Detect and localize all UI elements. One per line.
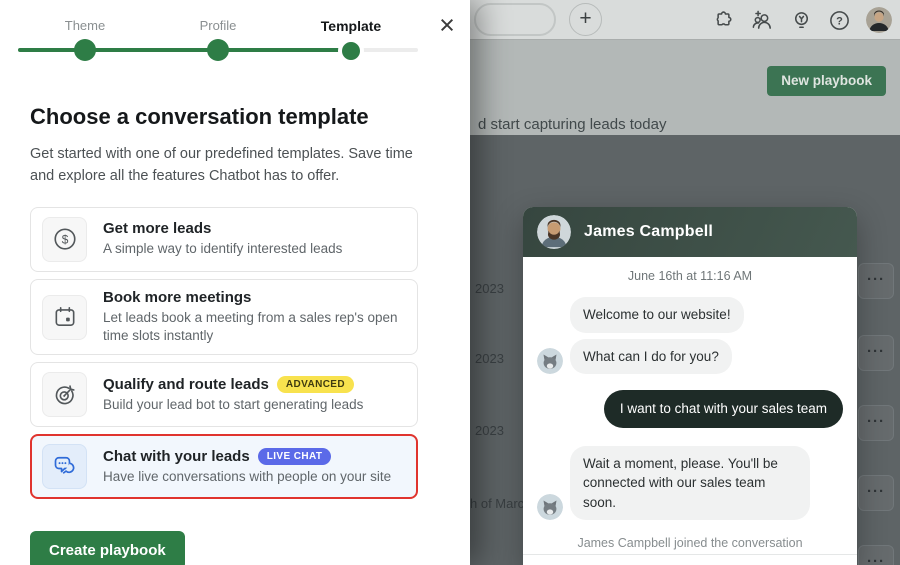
chat-widget-preview: James Campbell June 16th at 11:16 AM [523,207,857,565]
modal-subtitle: Get started with one of our predefined t… [30,143,422,188]
chat-widget-body: June 16th at 11:16 AM Welcome to our web… [523,269,857,565]
bot-message-group: Welcome to our website! What can I do fo… [537,297,843,374]
chat-message-visitor: I want to chat with your sales team [604,390,843,428]
table-date-fragment: 2023 [475,423,504,438]
table-date-fragment: 2023 [475,351,504,366]
live-chat-icon [42,444,87,489]
bot-avatar [537,494,563,520]
integrations-puzzle-icon[interactable] [712,9,735,32]
svg-text:$: $ [61,233,68,247]
help-icon[interactable]: ? [828,9,851,32]
screen: + [0,0,900,565]
top-navbar: + [470,0,900,40]
table-date-fragment: 2023 [475,281,504,296]
svg-text:?: ? [836,15,843,27]
step-template: Template [306,18,396,34]
row-menu-button[interactable]: ··· [858,405,894,441]
agent-avatar [537,215,571,249]
create-playbook-button[interactable]: Create playbook [30,531,185,565]
row-menu-button[interactable]: ··· [858,263,894,299]
template-description: Build your lead bot to start generating … [103,396,363,414]
invite-user-icon[interactable] [750,9,775,32]
visitor-message-row: I want to chat with your sales team [537,390,843,428]
step-dot-profile [207,39,229,61]
advanced-badge: ADVANCED [277,376,354,393]
template-title: Book more meetings [103,289,251,306]
template-title: Chat with your leads [103,448,250,465]
chat-system-message: James Campbell joined the conversation [537,536,843,550]
row-menu-button[interactable]: ··· [858,475,894,511]
close-icon[interactable]: × [432,10,462,40]
chat-message: Wait a moment, please. You'll be connect… [570,446,810,521]
chat-message: What can I do for you? [570,339,732,375]
template-title: Qualify and route leads [103,376,269,393]
search-input[interactable] [474,3,556,36]
table-row-fragment: h of Marc [470,496,524,511]
bot-message-group: Wait a moment, please. You'll be connect… [537,446,843,521]
template-list: $ Get more leads A simple way to identif… [30,207,418,499]
step-dot-template [338,38,364,64]
template-card-chat-with-your-leads[interactable]: Chat with your leads LIVE CHAT Have live… [30,434,418,499]
template-card-qualify-and-route-leads[interactable]: Qualify and route leads ADVANCED Build y… [30,362,418,427]
page-heading-fragment: d start capturing leads today [478,116,666,133]
live-chat-badge: LIVE CHAT [258,448,332,465]
step-profile: Profile [173,18,263,33]
step-theme: Theme [40,18,130,33]
template-card-get-more-leads[interactable]: $ Get more leads A simple way to identif… [30,207,418,272]
stepper: Theme Profile Template [0,0,470,76]
template-description: A simple way to identify interested lead… [103,240,342,258]
row-menu-button[interactable]: ··· [858,335,894,371]
new-playbook-button[interactable]: New playbook [767,66,886,96]
bot-avatar [537,348,563,374]
template-description: Have live conversations with people on y… [103,468,391,486]
template-modal: Theme Profile Template × Choose a conver… [0,0,470,565]
template-card-book-more-meetings[interactable]: Book more meetings Let leads book a meet… [30,279,418,355]
lightbulb-icon[interactable] [790,9,813,32]
template-title: Get more leads [103,220,211,237]
background-page: + [470,0,900,565]
agent-name: James Campbell [584,223,713,241]
chat-widget-header: James Campbell [523,207,857,257]
chat-timestamp: June 16th at 11:16 AM [537,269,843,283]
modal-title: Choose a conversation template [30,104,440,130]
chat-input-area[interactable] [523,554,857,565]
user-avatar[interactable] [866,7,892,33]
step-dot-theme [74,39,96,61]
calendar-icon [42,295,87,340]
row-menu-button[interactable]: ··· [858,545,894,565]
template-description: Let leads book a meeting from a sales re… [103,309,403,345]
dollar-icon: $ [42,217,87,262]
stepper-track-completed [18,48,351,52]
target-icon [42,372,87,417]
add-button[interactable]: + [569,3,602,36]
chat-message: Welcome to our website! [570,297,744,333]
